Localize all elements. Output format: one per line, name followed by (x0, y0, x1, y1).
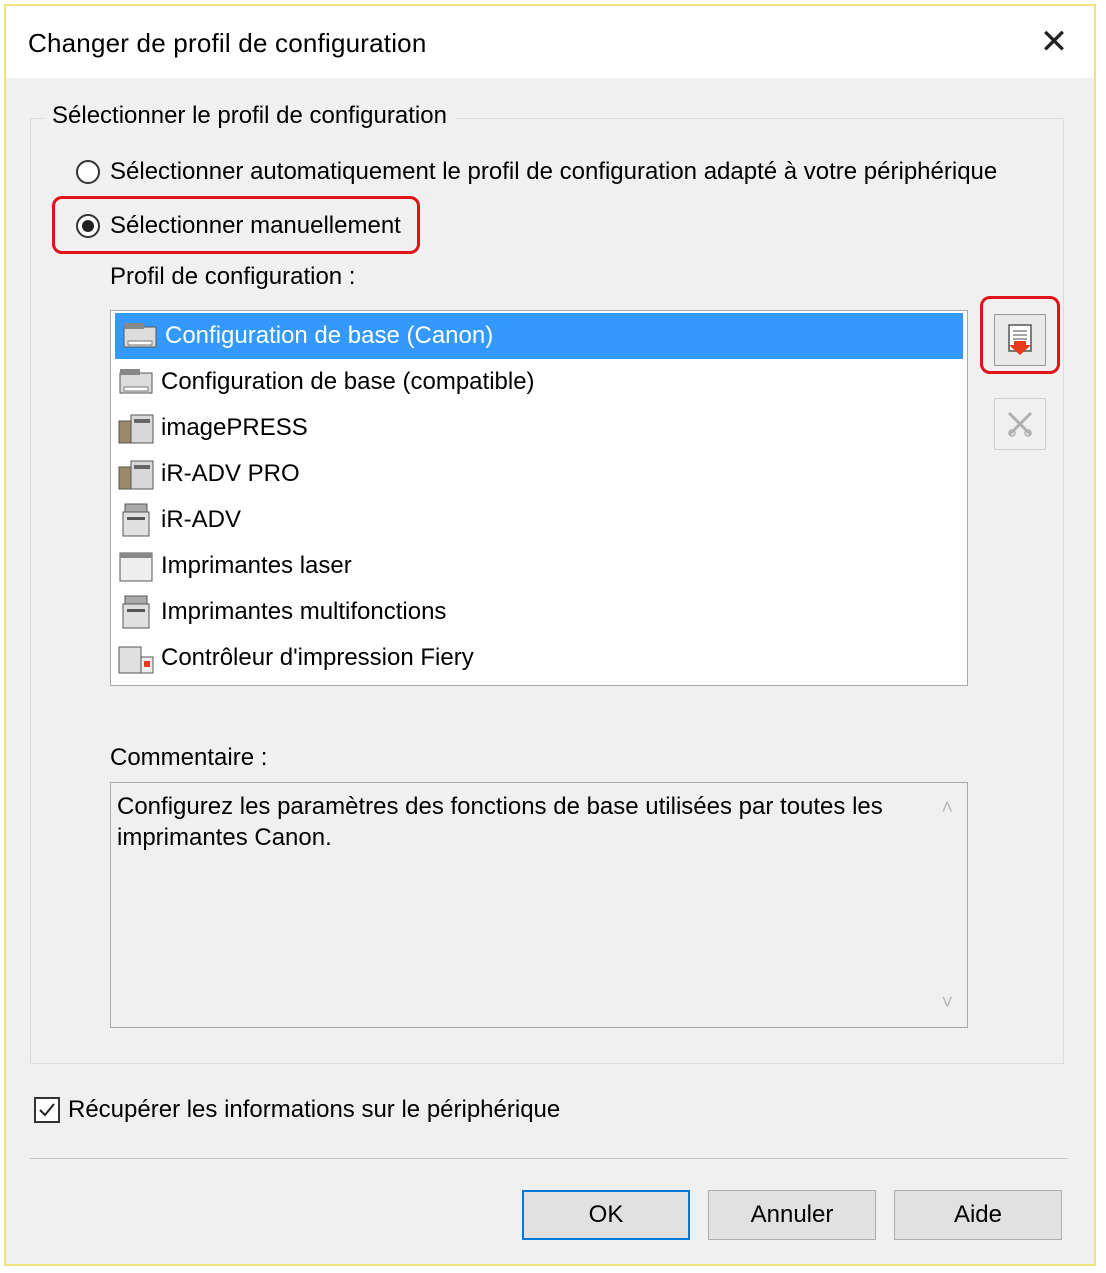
profile-list-item[interactable]: Imprimantes laser (111, 543, 967, 589)
fiery-controller-icon (117, 639, 155, 677)
comment-label: Commentaire : (110, 744, 268, 771)
profile-list-item-label: Imprimantes laser (161, 552, 352, 579)
profile-list-label: Profil de configuration : (110, 263, 356, 290)
scroll-up-icon[interactable]: ˄ (941, 797, 953, 820)
help-button[interactable]: Aide (894, 1190, 1062, 1240)
radio-auto-label: Sélectionner automatiquement le profil d… (110, 158, 998, 185)
profile-list-item[interactable]: imagePRESS (111, 405, 967, 451)
dialog-title: Changer de profil de configuration (28, 28, 427, 58)
basic-config-icon (121, 317, 159, 355)
profile-list-item-label: iR-ADV (161, 506, 242, 533)
comment-text: Configurez les paramètres des fonctions … (117, 793, 883, 851)
close-button[interactable]: ✕ (1032, 20, 1076, 64)
import-icon (1008, 324, 1032, 355)
production-printer-icon (117, 455, 155, 493)
radio-auto-indicator[interactable] (76, 160, 100, 184)
import-profile-button[interactable] (994, 314, 1046, 366)
profile-list-item-label: iR-ADV PRO (161, 460, 300, 487)
retrieve-info-checkbox[interactable]: Récupérer les informations sur le périph… (34, 1096, 560, 1124)
cancel-button[interactable]: Annuler (708, 1190, 876, 1240)
profile-list-item[interactable]: Configuration de base (Canon) (115, 313, 963, 359)
profile-list-item[interactable]: Contrôleur d'impression Fiery (111, 635, 967, 681)
separator (30, 1158, 1068, 1159)
radio-manual-label: Sélectionner manuellement (110, 212, 401, 239)
radio-manual-indicator[interactable] (76, 214, 100, 238)
group-legend: Sélectionner le profil de configuration (44, 102, 455, 130)
radio-manual-select[interactable]: Sélectionner manuellement (76, 212, 401, 240)
close-icon: ✕ (1039, 23, 1069, 61)
profile-list-item-label: Configuration de base (compatible) (161, 368, 535, 395)
check-icon (39, 1103, 55, 1117)
delete-profile-button[interactable] (994, 398, 1046, 450)
delete-icon (1007, 411, 1033, 437)
ok-button[interactable]: OK (522, 1190, 690, 1240)
scroll-down-icon[interactable]: ˅ (941, 992, 953, 1015)
profile-list-item-label: Configuration de base (Canon) (165, 322, 494, 349)
retrieve-info-label: Récupérer les informations sur le périph… (68, 1096, 561, 1123)
profile-list-item-label: Contrôleur d'impression Fiery (161, 644, 474, 671)
production-printer-icon (117, 409, 155, 447)
profile-list-item[interactable]: Imprimantes multifonctions (111, 589, 967, 635)
title-bar: Changer de profil de configuration ✕ (6, 6, 1094, 78)
profile-list-item-label: imagePRESS (161, 414, 308, 441)
checkbox-indicator[interactable] (34, 1097, 60, 1123)
profile-list-item[interactable]: Configuration de base (compatible) (111, 359, 967, 405)
basic-config-icon (117, 363, 155, 401)
multifunction-printer-icon (117, 593, 155, 631)
profile-list-item[interactable]: iR-ADV (111, 497, 967, 543)
multifunction-printer-icon (117, 501, 155, 539)
profile-list[interactable]: Configuration de base (Canon) Configurati… (110, 310, 968, 686)
profile-list-item-label: Imprimantes multifonctions (161, 598, 447, 625)
radio-auto-select[interactable]: Sélectionner automatiquement le profil d… (76, 158, 997, 186)
profile-list-item[interactable]: iR-ADV PRO (111, 451, 967, 497)
comment-box[interactable]: Configurez les paramètres des fonctions … (110, 782, 968, 1028)
laser-printer-icon (117, 547, 155, 585)
